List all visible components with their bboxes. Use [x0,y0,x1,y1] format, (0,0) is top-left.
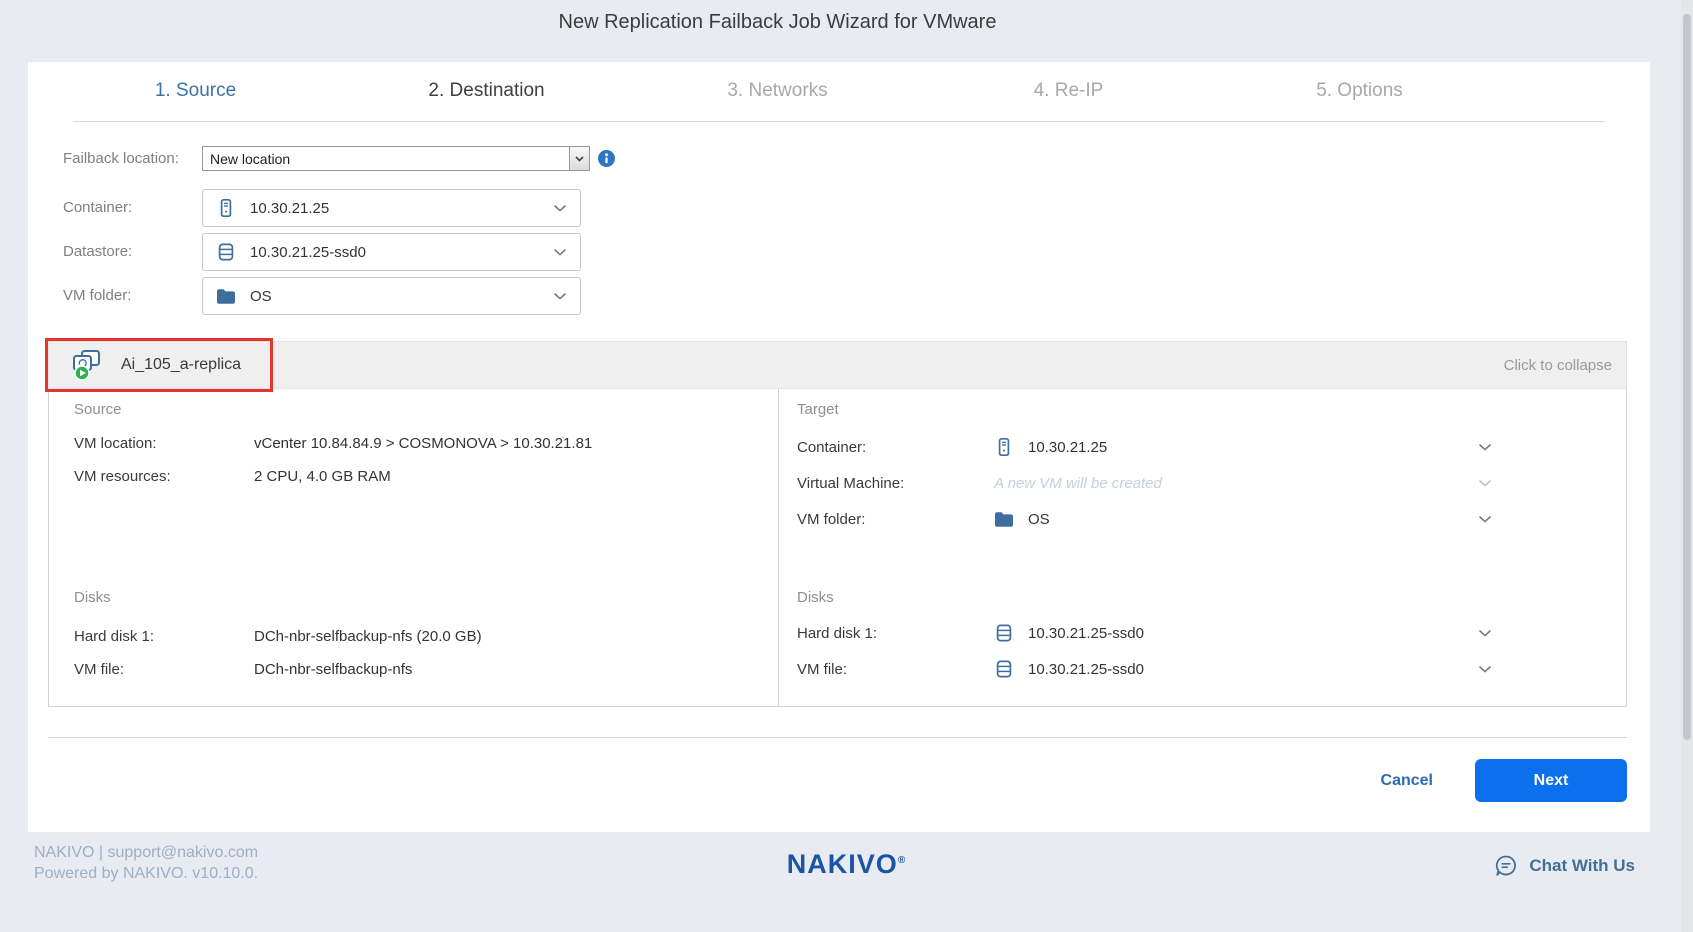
target-column: Target Container: 10.30.21.25 Virtual Ma… [779,389,1626,706]
nakivo-logo: NAKIVO® [0,849,1693,880]
replica-details-panel: Source VM location: vCenter 10.84.84.9 >… [48,389,1627,707]
vm-folder-value: OS [250,288,554,305]
source-hard-disk-value: DCh-nbr-selfbackup-nfs (20.0 GB) [254,626,482,648]
source-disks-header: Disks [74,589,111,606]
page-scrollbar[interactable] [1681,0,1693,932]
target-vm-file-value: 10.30.21.25-ssd0 [1028,661,1144,678]
vm-folder-dropdown[interactable]: OS [202,277,581,315]
step-destination[interactable]: 2. Destination [341,62,632,120]
target-vm-placeholder: A new VM will be created [994,475,1162,492]
wizard-steps: 1. Source 2. Destination 3. Networks 4. … [50,62,1505,120]
steps-divider [73,121,1605,122]
target-hard-disk-value: 10.30.21.25-ssd0 [1028,625,1144,642]
target-vm-file-dropdown[interactable]: VM file: 10.30.21.25-ssd0 [797,651,1626,687]
actions-divider [48,737,1627,738]
datastore-icon [994,659,1014,679]
vm-location-value: vCenter 10.84.84.9 > COSMONOVA > 10.30.2… [254,433,592,455]
chevron-down-icon [1479,444,1491,451]
failback-location-select[interactable]: New location [202,146,590,171]
target-container-dropdown[interactable]: Container: 10.30.21.25 [797,429,1626,465]
chevron-down-icon [554,205,566,212]
source-column: Source VM location: vCenter 10.84.84.9 >… [49,389,778,706]
failback-location-value: New location [203,151,569,167]
failback-location-label: Failback location: [63,147,179,171]
chevron-down-icon [1479,516,1491,523]
step-networks[interactable]: 3. Networks [632,62,923,120]
vm-folder-label: VM folder: [63,284,131,308]
source-hard-disk-label: Hard disk 1: [74,626,254,648]
target-container-label: Container: [797,439,994,456]
target-container-value: 10.30.21.25 [1028,439,1107,456]
target-vm-folder-dropdown[interactable]: VM folder: OS [797,501,1626,537]
chat-bubble-icon [1493,853,1519,879]
vm-location-row: VM location: vCenter 10.84.84.9 > COSMON… [74,433,592,455]
registered-mark: ® [898,855,906,866]
chevron-down-icon [1479,666,1491,673]
datastore-label: Datastore: [63,240,132,264]
chevron-down-icon [1479,480,1491,487]
cancel-button[interactable]: Cancel [1381,772,1433,790]
vm-replica-icon [69,349,105,381]
step-options[interactable]: 5. Options [1214,62,1505,120]
wizard-card: 1. Source 2. Destination 3. Networks 4. … [28,62,1650,832]
vm-location-label: VM location: [74,433,254,455]
datastore-dropdown[interactable]: 10.30.21.25-ssd0 [202,233,581,271]
target-header: Target [797,401,839,418]
target-vm-folder-value: OS [1028,511,1050,528]
vm-resources-label: VM resources: [74,466,254,488]
folder-icon [216,288,236,304]
source-hard-disk-row: Hard disk 1: DCh-nbr-selfbackup-nfs (20.… [74,626,482,648]
host-server-icon [216,198,236,218]
scrollbar-thumb[interactable] [1683,14,1691,740]
select-arrow-button[interactable] [569,147,589,170]
source-header: Source [74,401,122,418]
target-hard-disk-label: Hard disk 1: [797,625,994,642]
chat-with-us[interactable]: Chat With Us [1493,853,1635,879]
target-vm-file-label: VM file: [797,661,994,678]
step-source[interactable]: 1. Source [50,62,341,120]
page-title: New Replication Failback Job Wizard for … [0,11,1555,34]
vm-resources-value: 2 CPU, 4.0 GB RAM [254,466,391,488]
next-button[interactable]: Next [1475,759,1627,802]
chevron-down-icon [554,293,566,300]
target-vm-dropdown[interactable]: Virtual Machine: A new VM will be create… [797,465,1626,501]
actions-bar: Cancel Next [1381,759,1627,802]
chevron-down-icon [575,156,584,162]
target-vm-label: Virtual Machine: [797,475,994,492]
target-hard-disk-dropdown[interactable]: Hard disk 1: 10.30.21.25-ssd0 [797,615,1626,651]
host-server-icon [994,437,1014,457]
vm-resources-row: VM resources: 2 CPU, 4.0 GB RAM [74,466,391,488]
replica-row[interactable]: Ai_105_a-replica Click to collapse [48,341,1627,389]
info-icon[interactable] [598,150,615,167]
source-vm-file-value: DCh-nbr-selfbackup-nfs [254,659,412,681]
chat-label: Chat With Us [1529,856,1635,876]
chevron-down-icon [1479,630,1491,637]
collapse-hint: Click to collapse [1504,357,1612,374]
step-reip[interactable]: 4. Re-IP [923,62,1214,120]
target-vm-folder-label: VM folder: [797,511,994,528]
container-dropdown[interactable]: 10.30.21.25 [202,189,581,227]
nakivo-logo-text: NAKIVO [787,849,898,879]
container-value: 10.30.21.25 [250,200,554,217]
container-label: Container: [63,196,132,220]
folder-icon [994,511,1014,527]
datastore-icon [216,242,236,262]
target-disks-header: Disks [797,589,834,606]
chevron-down-icon [554,249,566,256]
replica-name: Ai_105_a-replica [121,356,241,374]
source-vm-file-row: VM file: DCh-nbr-selfbackup-nfs [74,659,412,681]
datastore-value: 10.30.21.25-ssd0 [250,244,554,261]
datastore-icon [994,623,1014,643]
source-vm-file-label: VM file: [74,659,254,681]
